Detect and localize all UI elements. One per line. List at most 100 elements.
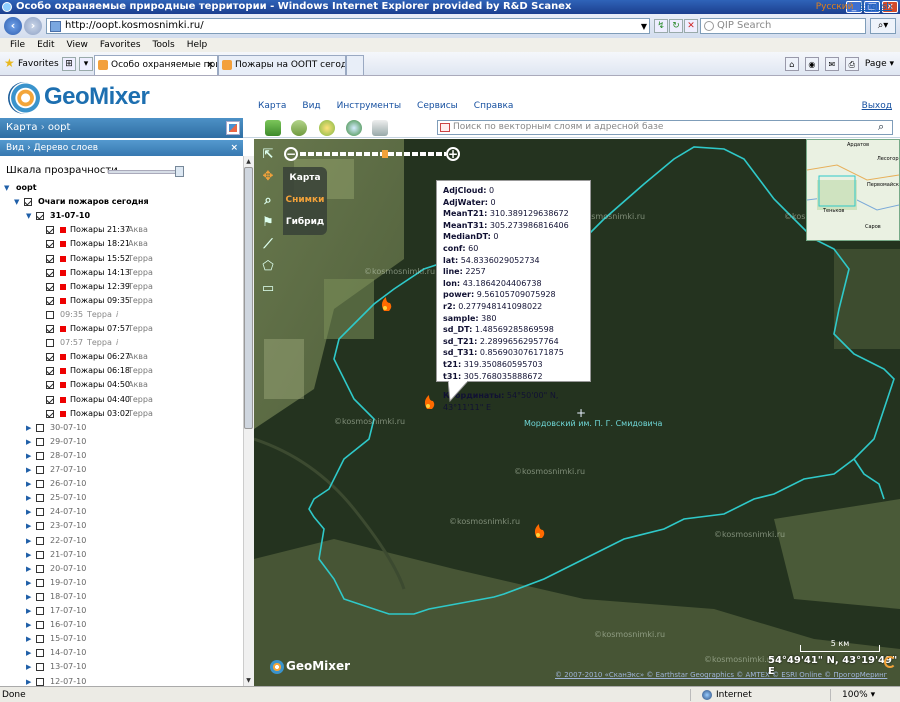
layer-checkbox[interactable]	[36, 494, 44, 503]
menu-file[interactable]: File	[10, 38, 25, 52]
chevron-right-icon[interactable]: ▶	[26, 534, 34, 548]
info-icon[interactable]: i	[116, 336, 118, 350]
zoom-tool-icon[interactable]: ⌕	[258, 191, 278, 211]
compat-view-icon[interactable]: ↯	[654, 19, 668, 33]
tree-group-fires[interactable]: ▼ Очаги пожаров сегодня	[0, 195, 240, 209]
layer-checkbox[interactable]	[36, 522, 44, 531]
forward-button[interactable]: ›	[24, 17, 42, 35]
breadcrumb-map[interactable]: Карта	[6, 122, 38, 133]
tree-date-open[interactable]: ▼ 31-07-10	[0, 209, 240, 223]
layer-item[interactable]: Пожары 21:37 Аква	[0, 223, 240, 237]
tree-date-collapsed[interactable]: ▶ 28-07-10	[0, 449, 240, 463]
layer-item dim[interactable]: 09:35 Терра i	[0, 308, 240, 322]
download-icon[interactable]	[265, 120, 281, 136]
marker-tool-icon[interactable]: ⚑	[258, 213, 278, 233]
layer-checkbox[interactable]	[36, 212, 44, 221]
chevron-down-icon[interactable]: ▼	[14, 195, 22, 209]
favorites-button[interactable]: ★ Favorites	[4, 56, 59, 72]
tree-date-collapsed[interactable]: ▶ 18-07-10	[0, 590, 240, 604]
layer-checkbox[interactable]	[36, 550, 44, 559]
polygon-tool-icon[interactable]: ⬠	[258, 257, 278, 277]
tree-date-collapsed[interactable]: ▶ 20-07-10	[0, 562, 240, 576]
tree-date-collapsed[interactable]: ▶ 21-07-10	[0, 548, 240, 562]
menu-view[interactable]: View	[67, 38, 88, 52]
basemap-hybrid[interactable]: Гибрид	[283, 211, 327, 233]
feeds-icon[interactable]: ◉	[804, 57, 819, 71]
chevron-right-icon[interactable]: ▶	[26, 660, 34, 674]
chevron-right-icon[interactable]: ▶	[26, 562, 34, 576]
chevron-right-icon[interactable]: ▶	[26, 632, 34, 646]
home-icon[interactable]: ⌂	[784, 57, 799, 71]
layer-item[interactable]: Пожары 06:18 Терра	[0, 364, 240, 378]
tree-date-collapsed[interactable]: ▶ 27-07-10	[0, 463, 240, 477]
transparency-slider-handle[interactable]	[175, 166, 184, 177]
layer-checkbox[interactable]	[46, 268, 54, 277]
layer-checkbox[interactable]	[24, 198, 32, 207]
polyline-tool-icon[interactable]: ⟋	[258, 235, 278, 255]
layer-checkbox[interactable]	[46, 339, 54, 348]
chevron-right-icon[interactable]: ▶	[26, 576, 34, 590]
layer-checkbox[interactable]	[46, 282, 54, 291]
chevron-right-icon[interactable]: ▶	[26, 449, 34, 463]
mail-icon[interactable]: ✉	[824, 57, 839, 71]
chevron-right-icon[interactable]: ▶	[26, 491, 34, 505]
layer-checkbox[interactable]	[46, 409, 54, 418]
chevron-down-icon[interactable]: ▼	[641, 20, 647, 34]
tree-root-oopt[interactable]: ▼ oopt	[0, 181, 240, 195]
menu-edit[interactable]: Edit	[37, 38, 54, 52]
layer-checkbox[interactable]	[46, 226, 54, 235]
chevron-down-icon[interactable]: ▼	[4, 181, 12, 195]
layer-checkbox[interactable]	[36, 663, 44, 672]
layer-checkbox[interactable]	[36, 437, 44, 446]
chevron-right-icon[interactable]: ▶	[26, 463, 34, 477]
layer-checkbox[interactable]	[46, 367, 54, 376]
layer-checkbox[interactable]	[36, 508, 44, 517]
info-icon[interactable]: i	[116, 308, 118, 322]
globe-icon[interactable]	[346, 120, 362, 136]
search-input[interactable]: QIP Search	[700, 18, 866, 34]
app-menu-services[interactable]: Сервисы	[417, 101, 458, 111]
back-button[interactable]: ‹	[4, 17, 22, 35]
tree-date-collapsed[interactable]: ▶ 29-07-10	[0, 435, 240, 449]
layer-checkbox[interactable]	[46, 381, 54, 390]
overview-minimap[interactable]: Ардатов Лесогор Первомайск Саров Теньков	[806, 139, 900, 241]
scroll-down-icon[interactable]: ▼	[244, 676, 253, 685]
tree-date-collapsed[interactable]: ▶ 23-07-10	[0, 519, 240, 533]
layer-checkbox[interactable]	[46, 254, 54, 263]
menu-help[interactable]: Help	[187, 38, 208, 52]
zoom-level[interactable]: 100% ▾	[842, 688, 875, 702]
tab-oopt[interactable]: Особо охраняемые приро... ×	[94, 55, 218, 75]
layer-checkbox[interactable]	[36, 649, 44, 658]
layer-checkbox[interactable]	[36, 480, 44, 489]
layer-checkbox[interactable]	[36, 621, 44, 630]
basemap-satellite[interactable]: Снимки	[283, 189, 327, 211]
search-button[interactable]: ⌕▾	[870, 18, 896, 34]
address-input[interactable]: http://oopt.kosmosnimki.ru/ ▼	[46, 18, 650, 34]
zoom-in-button[interactable]: +	[446, 147, 460, 161]
quick-tabs-icon[interactable]: ⊞	[62, 57, 76, 71]
refresh-icon[interactable]: ↻	[669, 19, 683, 33]
chevron-right-icon[interactable]: ▶	[26, 618, 34, 632]
new-tab-button[interactable]	[346, 55, 364, 75]
map-search-input[interactable]: Поиск по векторным слоям и адресной базе…	[437, 120, 893, 135]
layer-checkbox[interactable]	[36, 564, 44, 573]
tree-date-collapsed[interactable]: ▶ 15-07-10	[0, 632, 240, 646]
layer-checkbox[interactable]	[46, 296, 54, 305]
chevron-right-icon[interactable]: ▶	[26, 590, 34, 604]
layer-item[interactable]: Пожары 14:13 Терра	[0, 266, 240, 280]
pan-tool-icon[interactable]: ⇱	[258, 145, 278, 165]
layer-item[interactable]: Пожары 09:35 Терра	[0, 294, 240, 308]
menu-favorites[interactable]: Favorites	[100, 38, 141, 52]
layer-checkbox[interactable]	[36, 466, 44, 474]
chevron-right-icon[interactable]: ▶	[26, 435, 34, 449]
zoom-out-button[interactable]: −	[284, 147, 298, 161]
layer-checkbox[interactable]	[36, 607, 44, 615]
zoom-slider[interactable]: − +	[284, 147, 462, 163]
app-menu-help[interactable]: Справка	[474, 101, 514, 111]
refresh-coords-icon[interactable]	[884, 656, 896, 668]
app-menu-map[interactable]: Карта	[258, 101, 286, 111]
tree-date-collapsed[interactable]: ▶ 22-07-10	[0, 534, 240, 548]
scroll-up-icon[interactable]: ▲	[244, 157, 253, 166]
chevron-right-icon[interactable]: ▶	[26, 477, 34, 491]
layer-checkbox[interactable]	[46, 353, 54, 362]
